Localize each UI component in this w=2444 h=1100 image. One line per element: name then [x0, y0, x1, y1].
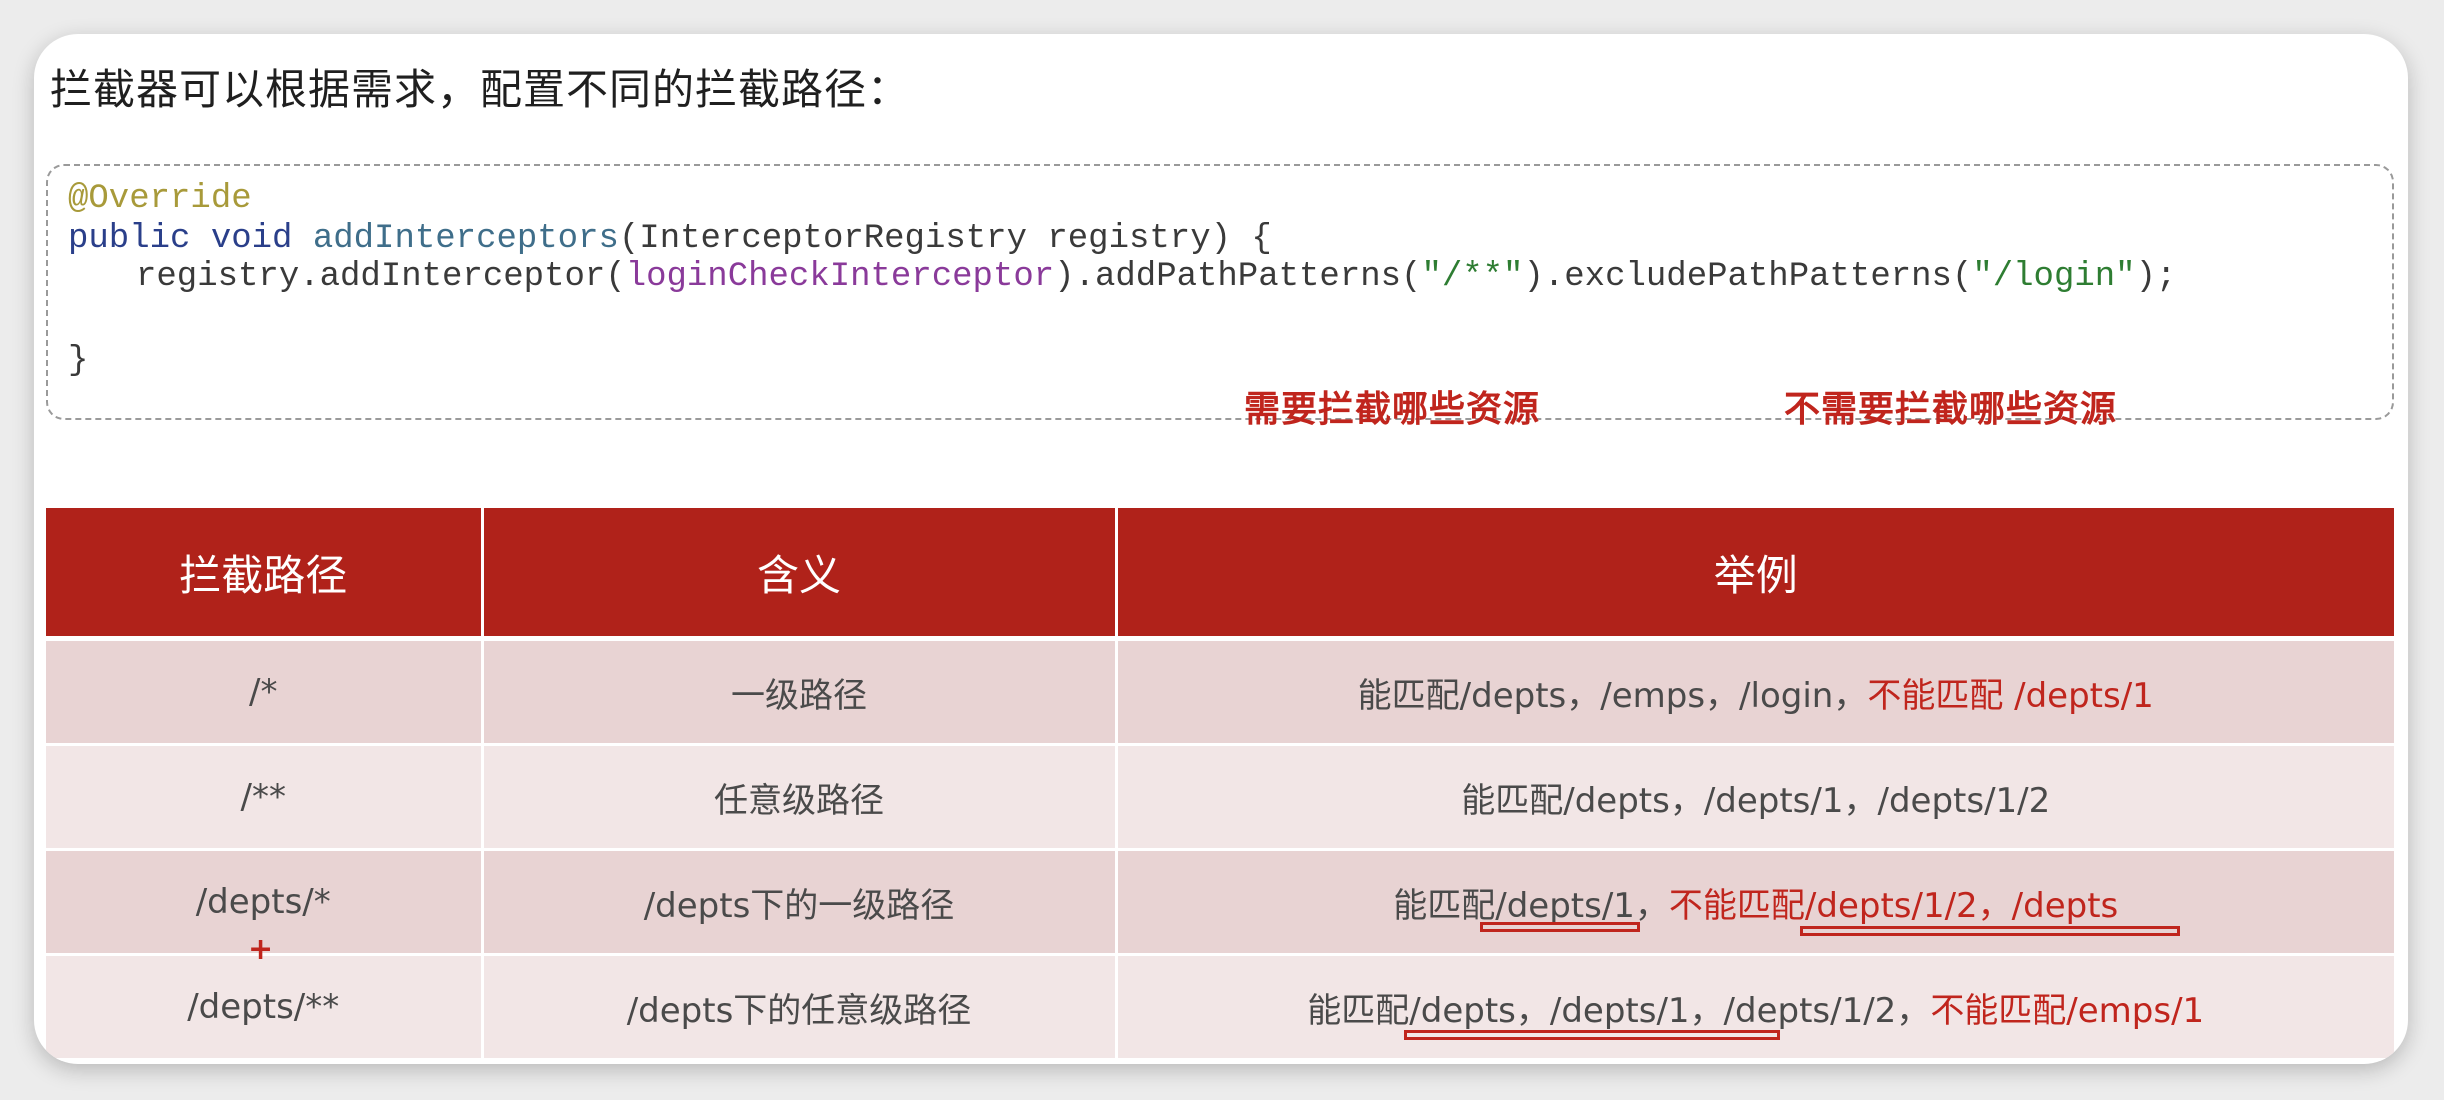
- registry-call-line: registry.addInterceptor(loginCheckInterc…: [136, 258, 2176, 296]
- include-pattern-string: "/**": [1421, 258, 1524, 296]
- include-note: 需要拦截哪些资源: [1244, 389, 1541, 430]
- page-heading: 拦截器可以根据需求，配置不同的拦截路径：: [50, 65, 911, 114]
- header-path: 拦截路径: [46, 508, 484, 641]
- meaning-cell: 一级路径: [482, 638, 1118, 746]
- table-row: /* 一级路径 能匹配/depts，/emps，/login，不能匹配 /dep…: [46, 638, 2394, 746]
- meaning-cell: /depts下的任意级路径: [482, 954, 1118, 1061]
- meaning-cell: /depts下的一级路径: [482, 849, 1118, 956]
- code-segment: );: [2135, 258, 2177, 296]
- path-table: 拦截路径 含义 举例 /* 一级路径 能匹配/depts，/emps，/logi…: [46, 508, 2394, 1061]
- underline-mark: [1480, 922, 1640, 932]
- example-cell: 能匹配/depts/1，不能匹配/depts/1/2，/depts: [1116, 849, 2394, 956]
- table-row: /depts/** /depts下的任意级路径 能匹配/depts，/depts…: [46, 954, 2394, 1061]
- example-match: 能匹配/depts/1，: [1393, 885, 1669, 926]
- slide-card: 拦截器可以根据需求，配置不同的拦截路径： @Override public vo…: [34, 34, 2408, 1064]
- table-row: /** 任意级路径 能匹配/depts，/depts/1，/depts/1/2: [46, 744, 2394, 851]
- example-cell: 能匹配/depts，/emps，/login，不能匹配 /depts/1: [1116, 638, 2394, 746]
- code-segment: ).excludePathPatterns(: [1523, 258, 1973, 296]
- path-cell: /depts/**: [46, 954, 484, 1061]
- keyword-public-void: public void: [68, 220, 293, 258]
- plus-mark-icon: +: [248, 932, 274, 967]
- example-match: 能匹配/depts，/depts/1，/depts/1/2: [1461, 780, 2051, 821]
- underline-mark: [1404, 1030, 1780, 1040]
- path-cell: /**: [46, 744, 484, 851]
- method-name: addInterceptors: [312, 220, 619, 258]
- interceptor-variable: loginCheckInterceptor: [625, 258, 1055, 296]
- example-no-match: 不能匹配/depts/1/2，/depts: [1668, 885, 2119, 926]
- code-segment: registry.addInterceptor(: [136, 258, 626, 296]
- example-no-match: 不能匹配/emps/1: [1930, 990, 2205, 1031]
- example-cell: 能匹配/depts，/depts/1，/depts/1/2: [1116, 744, 2394, 851]
- table-header-row: 拦截路径 含义 举例: [46, 508, 2394, 641]
- header-meaning: 含义: [482, 508, 1118, 641]
- override-annotation: @Override: [68, 180, 252, 218]
- header-example: 举例: [1116, 508, 2394, 641]
- example-match: 能匹配/depts，/depts/1，/depts/1/2，: [1307, 990, 1931, 1031]
- example-cell: 能匹配/depts，/depts/1，/depts/1/2，不能匹配/emps/…: [1116, 954, 2394, 1061]
- table-row: /depts/* /depts下的一级路径 能匹配/depts/1，不能匹配/d…: [46, 849, 2394, 956]
- exclude-pattern-string: "/login": [1972, 258, 2136, 296]
- method-signature-line: public void addInterceptors(InterceptorR…: [68, 220, 1272, 258]
- underline-mark: [1800, 926, 2180, 936]
- path-cell: /*: [46, 638, 484, 746]
- closing-brace: }: [68, 342, 89, 380]
- method-params: (InterceptorRegistry registry) {: [618, 220, 1272, 258]
- exclude-note: 不需要拦截哪些资源: [1784, 389, 2118, 430]
- example-match: 能匹配/depts，/emps，/login，: [1357, 675, 1868, 716]
- meaning-cell: 任意级路径: [482, 744, 1118, 851]
- code-segment: ).addPathPatterns(: [1054, 258, 1422, 296]
- example-no-match: 不能匹配 /depts/1: [1867, 675, 2154, 716]
